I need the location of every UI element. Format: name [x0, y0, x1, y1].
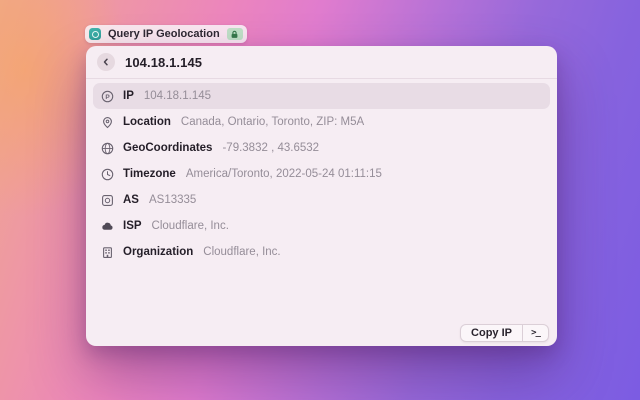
row-value: -79.3832 , 43.6532 [222, 142, 319, 154]
list-item-organization[interactable]: Organization Cloudflare, Inc. [93, 239, 550, 265]
row-label: GeoCoordinates [123, 142, 212, 154]
clock-icon [101, 168, 114, 181]
lock-icon [227, 28, 243, 40]
ip-geolocation-window: 104.18.1.145 P IP 104.18.1.145 [86, 46, 557, 346]
row-label: ISP [123, 220, 142, 232]
ip-circle-icon: P [101, 90, 114, 103]
query-title: 104.18.1.145 [125, 55, 202, 70]
building-icon [101, 246, 114, 259]
list-item-ip[interactable]: P IP 104.18.1.145 [93, 83, 550, 109]
list-item-timezone[interactable]: Timezone America/Toronto, 2022-05-24 01:… [93, 161, 550, 187]
result-list: P IP 104.18.1.145 Location Canada, Ontar… [86, 79, 557, 269]
back-button[interactable] [97, 53, 115, 71]
row-label: Location [123, 116, 171, 128]
row-value: America/Toronto, 2022-05-24 01:11:15 [186, 168, 382, 180]
extension-icon [89, 28, 101, 40]
chevron-left-icon [101, 57, 111, 67]
row-label: Timezone [123, 168, 176, 180]
row-value: Canada, Ontario, Toronto, ZIP: M5A [181, 116, 364, 128]
cloud-icon [101, 220, 114, 233]
copy-ip-button[interactable]: Copy IP [461, 325, 522, 341]
row-value: 104.18.1.145 [144, 90, 211, 102]
row-label: IP [123, 90, 134, 102]
row-value: AS13335 [149, 194, 196, 206]
terminal-icon[interactable]: >_ [523, 325, 548, 341]
list-item-isp[interactable]: ISP Cloudflare, Inc. [93, 213, 550, 239]
svg-text:P: P [105, 94, 110, 101]
window-header: 104.18.1.145 [86, 46, 557, 79]
footer-action-group: Copy IP >_ [460, 324, 549, 342]
row-label: AS [123, 194, 139, 206]
command-pill[interactable]: Query IP Geolocation [85, 25, 247, 43]
map-pin-icon [101, 116, 114, 129]
as-number-icon [101, 194, 114, 207]
row-value: Cloudflare, Inc. [203, 246, 280, 258]
row-label: Organization [123, 246, 193, 258]
row-value: Cloudflare, Inc. [152, 220, 229, 232]
globe-icon [101, 142, 114, 155]
list-item-geocoordinates[interactable]: GeoCoordinates -79.3832 , 43.6532 [93, 135, 550, 161]
desktop: Query IP Geolocation 104.18.1.145 [0, 0, 640, 400]
command-title: Query IP Geolocation [106, 28, 222, 40]
list-item-location[interactable]: Location Canada, Ontario, Toronto, ZIP: … [93, 109, 550, 135]
list-item-as[interactable]: AS AS13335 [93, 187, 550, 213]
